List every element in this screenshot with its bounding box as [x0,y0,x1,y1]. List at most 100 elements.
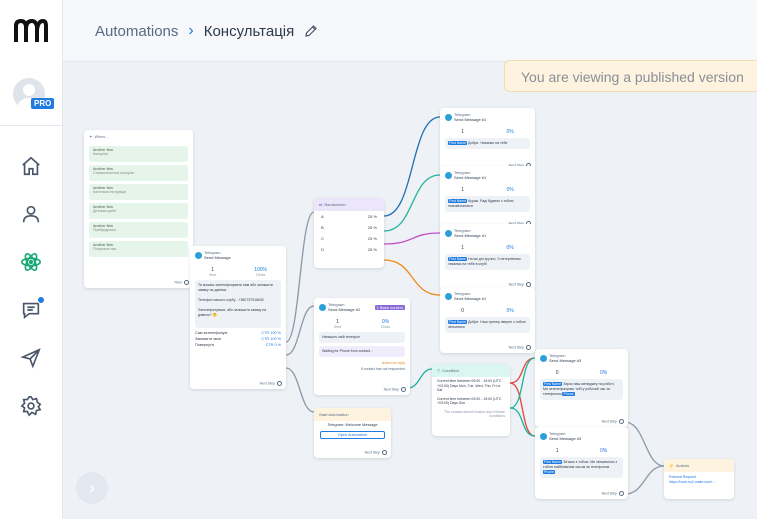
opened-pct: 0% [506,187,514,193]
node-header: Telegram Send Message #1 [440,108,535,126]
shuffle-icon: ⇄ [319,202,323,207]
trigger-node[interactable]: ✦ When... Another flow Консульт Another f… [84,130,193,288]
node-stats: 1 Sent 100% Clicks [190,267,286,277]
breadcrumb-automations-link[interactable]: Automations [95,23,178,40]
trigger-item-sub: Детская щебе [93,209,117,213]
automation-name: Telegram: Welcome Message [327,423,378,427]
send-message-node[interactable]: Telegram Send Message #1 1 0% First Name Д… [440,108,535,171]
trigger-item[interactable]: Another flow Котельна Інструкція [89,184,188,200]
next-step-connector[interactable]: Next Step [260,381,282,386]
split-pct: 25 % [367,214,377,219]
telegram-icon [445,292,452,300]
chat-icon[interactable] [19,296,45,322]
trigger-item[interactable]: Another flow Консульт [89,146,188,162]
node-stats: 1 0% [535,448,628,454]
phone-chip: Phone [543,470,556,474]
message-button[interactable]: Замовити звон CTR 100 % [195,337,281,341]
sent-count: 1 [461,245,465,251]
actions-node[interactable]: ⚡ Actions External Request https://hook.… [664,459,734,499]
split-row: B 25 % [314,222,384,233]
button-ctr: CTR 100 % [261,331,281,335]
split-pct: 25 % [367,236,377,241]
node-stats: 0 0% [440,308,535,314]
trigger-item[interactable]: Another flow Получили лис [89,241,188,257]
first-name-chip: First Name [448,141,468,145]
opened-label: Clicks [380,325,391,329]
send-message-node[interactable]: Telegram Send Message #1 0 0% First Name Д… [440,287,535,353]
trigger-title: When... [94,134,109,139]
user-avatar[interactable]: PRO [13,78,55,112]
context-badge: 1 Base context [374,304,405,310]
message-text: First Name Кураж. Раді будемо з тобою по… [445,196,530,212]
message-button[interactable]: Повернути CTR 0 % [195,343,281,347]
split-label: C [321,236,324,241]
next-step-connector[interactable]: Next Step [602,419,624,424]
trigger-item[interactable]: Another flow Детская щебе [89,203,188,219]
node-header: ⇄ Randomizer [314,198,384,211]
sidebar: PRO [0,0,63,519]
node-header: Start Automation [314,408,391,421]
trigger-item-sub: Получили лис [93,247,117,251]
node-stats: 0 0% [535,370,628,376]
send-message-node[interactable]: Telegram Send Message #1 1 0% First Name К… [440,166,535,229]
node-header: ▽ Condition [432,364,510,377]
notification-dot [37,296,45,304]
randomizer-node[interactable]: ⇄ Randomizer A 25 % B 25 % C 25 % D 25 % [314,198,384,268]
split-pct: 25 % [367,225,377,230]
node-stats: 1 0% [440,129,535,135]
sent-label: Sent [333,325,342,329]
next-step-connector[interactable]: Next Step [509,345,531,350]
message-text: First Name Добре. Наш тренер зверне з то… [445,317,530,333]
message-button[interactable]: Сам зателефоную CTR 100 % [195,331,281,335]
send-message-node[interactable]: Telegram Send Message #3 0 0% First Name З… [535,349,628,427]
telegram-icon [540,432,547,440]
next-step-connector[interactable]: Next Step [365,450,387,455]
split-label: D [321,247,324,252]
node-title: Send Message #1 [454,175,487,180]
trigger-item[interactable]: Another flow Стоматологічна консульт [89,165,188,181]
send-message-node[interactable]: Telegram Send Message #3 1 0% First Name З… [535,427,628,499]
node-stats: 1 Sent 0% Clicks [314,319,410,329]
node-header: Telegram Send Message #3 [535,427,628,445]
split-row: A 25 % [314,211,384,222]
button-ctr: CTR 100 % [261,337,281,341]
trigger-item[interactable]: Another flow Пребуцаркотс [89,222,188,238]
chevron-right-icon: › [188,22,194,39]
send-message-node[interactable]: Telegram Send Message 1 Sent 100% Clicks Ти… [190,246,286,389]
button-label: Сам зателефоную [195,331,228,335]
node-stats: 1 0% [440,245,535,251]
telegram-icon [445,229,452,237]
sent-count: 0 [555,370,559,376]
then-connector[interactable]: Then [174,280,189,285]
next-step-connector[interactable]: Next Step [602,491,624,496]
button-label: Замовити звон [195,337,222,341]
pencil-icon[interactable] [304,24,318,38]
expand-sidebar-button[interactable]: › [76,472,108,504]
condition-node[interactable]: ▽ Condition Current time between 09:00 -… [432,364,510,436]
first-name-chip: First Name [543,460,563,464]
published-version-banner: You are viewing a published version [504,60,757,92]
node-title: Condition [442,368,459,373]
send-message-2-node[interactable]: Telegram Send Message #2 1 Base context 1… [314,298,410,395]
telegram-icon [445,171,452,179]
start-automation-node[interactable]: Start Automation Telegram: Welcome Messa… [314,408,391,458]
opened-label: Clicks [255,273,266,277]
open-automation-button[interactable]: Open Automation [320,431,385,439]
split-label: B [321,225,324,230]
button-ctr: CTR 0 % [265,343,281,347]
app-logo[interactable] [14,18,48,44]
send-message-node[interactable]: Telegram Send Message #1 1 0% First Name Н… [440,224,535,290]
message-body: Добре. Чекаємо на тебе [468,141,508,145]
contacts-icon[interactable] [19,202,43,226]
condition-1: Current time between 09:00 - 19:00 (UTC … [437,379,502,392]
next-step-connector[interactable]: Next Step [384,387,406,392]
split-label: A [321,214,324,219]
trigger-header: ✦ When... [84,130,193,143]
automation-icon[interactable] [19,250,43,274]
broadcast-icon[interactable] [19,346,43,370]
home-icon[interactable] [19,154,43,178]
node-title: Send Message #1 [454,117,487,122]
node-stats: 1 0% [440,187,535,193]
sent-count: 0 [461,308,465,314]
settings-icon[interactable] [19,394,43,418]
